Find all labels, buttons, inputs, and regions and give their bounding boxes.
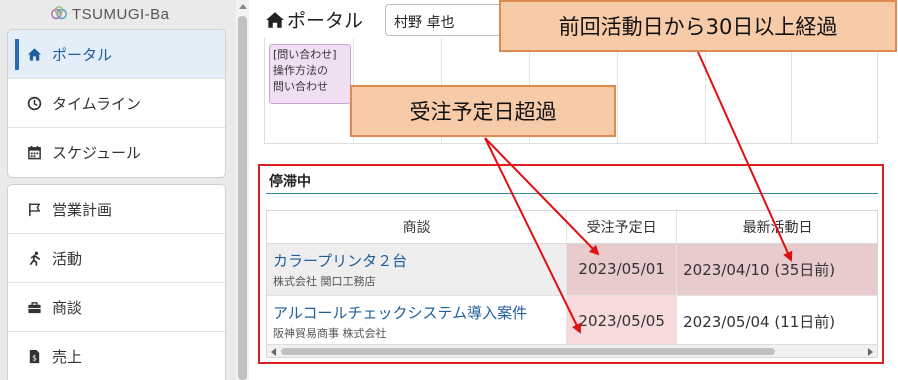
- calendar-day-divider: [705, 38, 706, 143]
- event-line: [問い合わせ]: [273, 48, 337, 61]
- table-row: カラープリンタ２台 株式会社 関口工務店 2023/05/01 2023/04/…: [267, 243, 877, 296]
- user-select[interactable]: 村野 卓也: [385, 4, 515, 36]
- calendar-event[interactable]: [問い合わせ] 操作方法の 問い合わせ: [269, 44, 351, 104]
- divider: [266, 193, 878, 194]
- stalled-deals-panel: 停滞中 商談 受注予定日 最新活動日 カラープリンタ２台 株式会社 関口工務店 …: [258, 164, 884, 364]
- last-activity-cell: 2023/04/10 (35日前): [676, 243, 877, 296]
- nav-item-revenue[interactable]: $ 売上: [8, 332, 225, 380]
- scroll-right-arrow-icon[interactable]: [868, 348, 873, 356]
- order-date-cell: 2023/05/05: [566, 295, 678, 348]
- stalled-table: 商談 受注予定日 最新活動日 カラープリンタ２台 株式会社 関口工務店 2023…: [267, 211, 877, 348]
- column-header-last-activity[interactable]: 最新活動日: [676, 211, 877, 244]
- deal-link[interactable]: アルコールチェックシステム導入案件: [273, 302, 560, 323]
- nav-group-main: ポータル タイムライン スケジュール: [7, 29, 226, 178]
- sidebar: TSUMUGI-Ba ポータル タイムライン スケジュール 営業計画 活動 商談…: [0, 0, 236, 380]
- nav-label-activity: 活動: [52, 249, 83, 268]
- calendar-day-divider: [791, 38, 792, 143]
- calendar-icon: [26, 145, 42, 161]
- nav-item-schedule[interactable]: スケジュール: [8, 128, 225, 177]
- nav-label-sales-plan: 営業計画: [52, 200, 113, 219]
- last-activity-cell: 2023/05/04 (11日前): [676, 295, 877, 348]
- nav-item-timeline[interactable]: タイムライン: [8, 79, 225, 128]
- nav-item-sales-plan[interactable]: 営業計画: [8, 185, 225, 234]
- horizontal-scrollbar-thumb[interactable]: [281, 348, 775, 355]
- page-title-text: ポータル: [287, 10, 364, 32]
- calendar-day-divider: [617, 38, 618, 143]
- panel-title: 停滞中: [269, 174, 311, 190]
- company-name: 阪神貿易商事 株式会社: [273, 326, 387, 340]
- callout-order-date-overdue: 受注予定日超過: [350, 85, 616, 137]
- app-logo[interactable]: TSUMUGI-Ba: [50, 3, 170, 25]
- logo-text: TSUMUGI-Ba: [72, 5, 170, 23]
- scroll-up-arrow-icon[interactable]: [239, 4, 247, 9]
- table-horizontal-scrollbar[interactable]: [267, 344, 877, 357]
- briefcase-icon: [26, 299, 42, 315]
- flag-icon: [26, 201, 42, 217]
- clock-icon: [26, 95, 42, 111]
- nav-group-sales: 営業計画 活動 商談 $ 売上: [7, 184, 226, 380]
- deal-cell: アルコールチェックシステム導入案件 阪神貿易商事 株式会社: [267, 295, 568, 348]
- order-date-cell: 2023/05/01: [566, 243, 678, 296]
- company-name: 株式会社 関口工務店: [273, 274, 376, 288]
- logo-mark-icon: [51, 6, 67, 20]
- sidebar-scrollbar[interactable]: [236, 0, 249, 380]
- column-header-order-date[interactable]: 受注予定日: [566, 211, 678, 244]
- event-line: 操作方法の: [273, 64, 328, 77]
- home-icon: [266, 11, 284, 28]
- nav-item-activity[interactable]: 活動: [8, 234, 225, 283]
- scroll-left-arrow-icon[interactable]: [271, 348, 276, 356]
- nav-label-deals: 商談: [52, 298, 83, 317]
- table-header-row: 商談 受注予定日 最新活動日: [267, 211, 877, 244]
- deal-link[interactable]: カラープリンタ２台: [273, 250, 560, 271]
- running-icon: [26, 250, 42, 266]
- scrollbar-thumb[interactable]: [238, 16, 247, 380]
- column-header-deal[interactable]: 商談: [267, 211, 568, 244]
- page-title: ポータル: [265, 6, 363, 33]
- nav-label-portal: ポータル: [52, 45, 113, 64]
- callout-activity-overdue: 前回活動日から30日以上経過: [499, 0, 897, 52]
- nav-label-revenue: 売上: [52, 348, 83, 366]
- nav-item-deals[interactable]: 商談: [8, 283, 225, 332]
- svg-text:$: $: [32, 353, 37, 362]
- invoice-icon: $: [26, 349, 42, 365]
- stalled-table-container: 商談 受注予定日 最新活動日 カラープリンタ２台 株式会社 関口工務店 2023…: [266, 210, 878, 358]
- nav-label-schedule: スケジュール: [52, 144, 141, 162]
- table-row: アルコールチェックシステム導入案件 阪神貿易商事 株式会社 2023/05/05…: [267, 295, 877, 348]
- home-icon: [26, 46, 42, 62]
- nav-item-portal[interactable]: ポータル: [8, 30, 225, 79]
- nav-label-timeline: タイムライン: [52, 94, 141, 113]
- event-line: 問い合わせ: [273, 80, 328, 93]
- deal-cell: カラープリンタ２台 株式会社 関口工務店: [267, 243, 568, 296]
